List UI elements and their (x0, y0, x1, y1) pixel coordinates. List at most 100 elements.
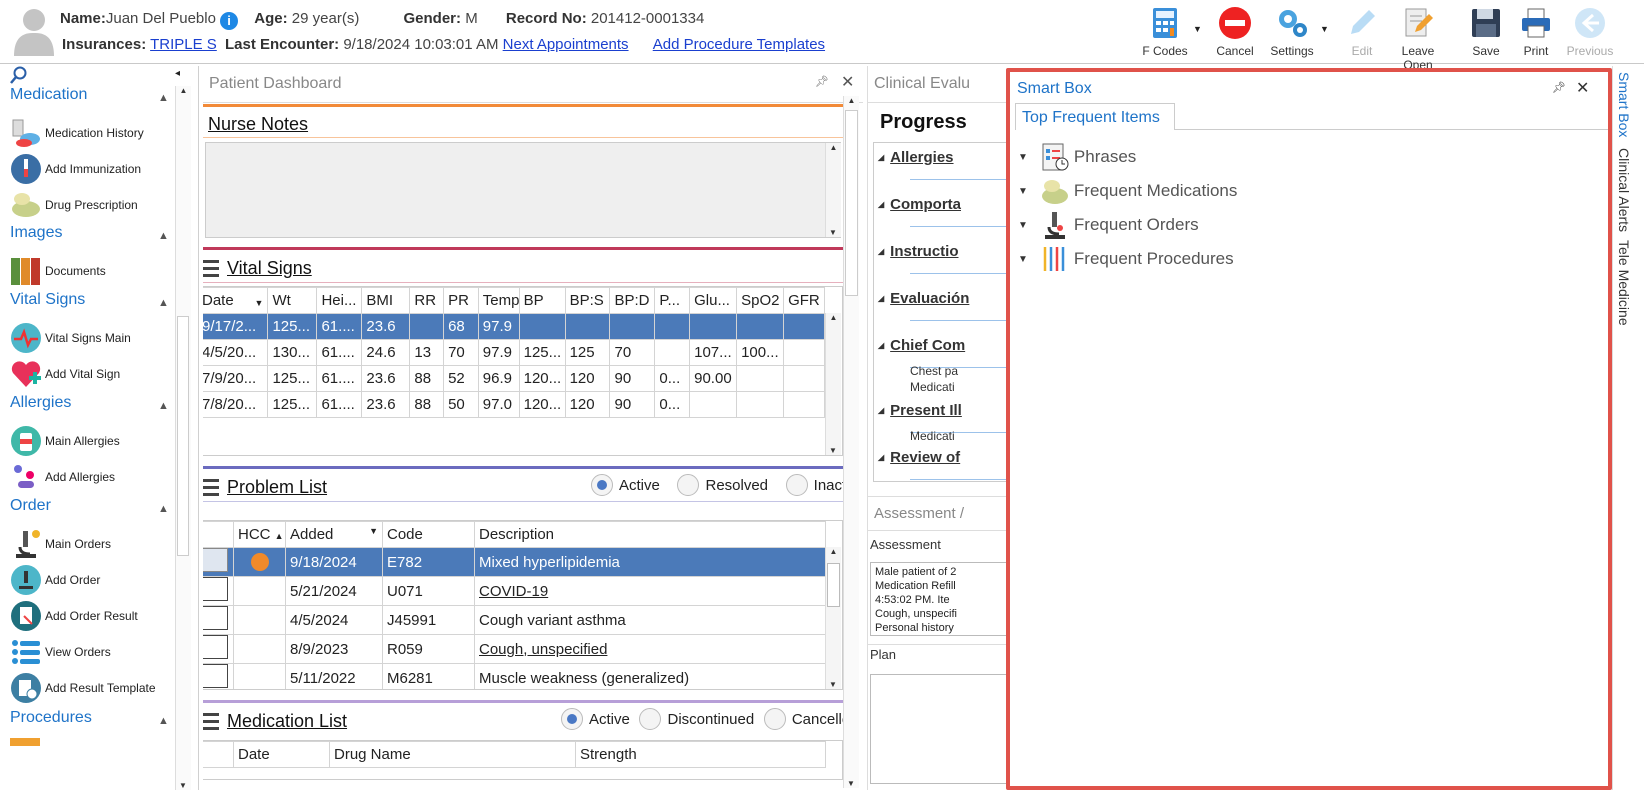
nav-add-allergies[interactable]: Add Allergies (10, 460, 115, 494)
previous-button[interactable]: Previous (1560, 4, 1620, 60)
nurse-notes-textarea[interactable] (205, 142, 841, 238)
dashboard-scrollbar[interactable]: ▲ ▼ (843, 96, 859, 788)
radio-discontinued[interactable]: Discontinued (639, 708, 754, 730)
nav-section-images[interactable]: Images (10, 224, 62, 242)
cancel-button[interactable]: Cancel (1205, 4, 1265, 60)
plan-textbox[interactable] (870, 674, 1010, 784)
side-tab-tele-medicine[interactable]: Tele Medicine (1616, 240, 1632, 326)
side-tab-clinical-alerts[interactable]: Clinical Alerts (1616, 148, 1632, 232)
problem-row[interactable]: 8/9/2023 R059 Cough, unspecified (203, 634, 826, 664)
vital-row[interactable]: 7/9/20... 125... 61.... 23.6 88 52 96.9 120... 1… (203, 365, 825, 392)
vital-col-header[interactable]: BP (518, 287, 566, 314)
description-cell[interactable]: Cough, unspecified (474, 634, 826, 664)
collapse-nav-icon[interactable]: ◂ (175, 68, 180, 79)
close-icon[interactable]: ✕ (841, 72, 854, 92)
dropdown-icon[interactable]: ▼ (255, 298, 264, 308)
row-checkbox-cell[interactable] (203, 547, 234, 577)
description-cell[interactable]: COVID-19 (474, 576, 826, 606)
row-checkbox-cell[interactable] (203, 576, 234, 606)
vital-col-header[interactable]: BP:S (564, 287, 611, 314)
clinical-section-header[interactable]: ◢ Chief Com (878, 337, 965, 354)
clinical-section-header[interactable]: ◢ Instructio (878, 243, 959, 260)
tree-phrases[interactable]: ▼ Phrases (1018, 142, 1136, 172)
row-checkbox[interactable] (203, 635, 228, 659)
vital-col-header[interactable]: P... (654, 287, 691, 314)
chevron-up-icon[interactable]: ▲ (158, 715, 169, 727)
row-checkbox[interactable] (203, 577, 228, 601)
expand-icon[interactable]: ▼ (1018, 186, 1028, 197)
nav-main-allergies[interactable]: Main Allergies (10, 424, 120, 458)
hamburger-icon[interactable] (203, 260, 219, 279)
leave-open-button[interactable]: Leave Open (1388, 4, 1448, 72)
nurse-notes-scrollbar[interactable]: ▲ ▼ (825, 143, 841, 237)
scroll-down-icon[interactable]: ▼ (826, 446, 840, 455)
row-checkbox[interactable] (203, 606, 228, 630)
pin-icon[interactable]: 📌︎ (1552, 81, 1566, 94)
col-hcc[interactable]: HCC ▲ (233, 521, 286, 548)
nav-add-result-template[interactable]: Add Result Template (10, 671, 156, 705)
insurance-link[interactable]: TRIPLE S (150, 36, 217, 53)
nav-section-allergies[interactable]: Allergies (10, 394, 71, 412)
close-icon[interactable]: ✕ (1576, 78, 1589, 98)
hamburger-icon[interactable] (203, 713, 219, 732)
col-added[interactable]: Added ▼ (285, 521, 383, 548)
vital-col-header[interactable]: BP:D (609, 287, 656, 314)
col-strength[interactable]: Strength (575, 741, 826, 768)
radio-active[interactable]: Active (591, 474, 660, 496)
nav-drug-prescription[interactable]: Drug Prescription (10, 188, 138, 222)
nav-main-orders[interactable]: Main Orders (10, 527, 111, 561)
row-checkbox[interactable] (203, 548, 228, 572)
vital-col-header[interactable]: BMI (361, 287, 411, 314)
col-description[interactable]: Description (474, 521, 826, 548)
scroll-up-icon[interactable]: ▲ (826, 547, 841, 556)
scroll-up-icon[interactable]: ▲ (176, 86, 191, 95)
expand-icon[interactable]: ▼ (1018, 254, 1028, 265)
problem-row[interactable]: 5/21/2024 U071 COVID-19 (203, 576, 826, 606)
nav-add-immunization[interactable]: Add Immunization (10, 152, 141, 186)
collapse-icon[interactable]: ◢ (878, 453, 884, 462)
vital-col-header[interactable]: Hei... (316, 287, 363, 314)
next-appointments-link[interactable]: Next Appointments (503, 36, 629, 53)
tab-top-frequent-items[interactable]: Top Frequent Items (1015, 103, 1175, 130)
scroll-thumb[interactable] (845, 110, 858, 296)
nav-add-order[interactable]: Add Order (10, 563, 100, 597)
nav-medication-history[interactable]: Medication History (10, 116, 144, 150)
collapse-icon[interactable]: ◢ (878, 341, 884, 350)
nav-view-orders[interactable]: View Orders (10, 635, 111, 669)
scroll-up-icon[interactable]: ▲ (826, 313, 841, 322)
settings-dropdown-icon[interactable]: ▼ (1320, 24, 1329, 34)
expand-icon[interactable]: ▼ (1018, 220, 1028, 231)
vital-row[interactable]: 9/17/2... 125... 61.... 23.6 68 97.9 (203, 313, 825, 340)
vitals-scrollbar[interactable]: ▲ ▼ (825, 313, 841, 455)
vital-col-header[interactable]: SpO2 (736, 287, 785, 314)
nav-section-medication[interactable]: Medication (10, 86, 87, 104)
chevron-up-icon[interactable]: ▲ (158, 92, 169, 104)
col-drug-name[interactable]: Drug Name (329, 741, 576, 768)
clinical-section-header[interactable]: ◢ Review of (878, 449, 960, 466)
scroll-down-icon[interactable]: ▼ (826, 228, 840, 237)
chevron-up-icon[interactable]: ▲ (158, 503, 169, 515)
nav-vital-signs-main[interactable]: Vital Signs Main (10, 321, 131, 355)
vital-col-header[interactable]: Date ▼ (203, 287, 269, 314)
description-link[interactable]: COVID-19 (479, 583, 548, 600)
f-codes-dropdown-icon[interactable]: ▼ (1193, 24, 1202, 34)
edit-button[interactable]: Edit (1332, 4, 1392, 60)
dropdown-icon[interactable]: ▼ (369, 526, 378, 536)
clinical-section-header[interactable]: ◢ Present Ill (878, 402, 962, 419)
add-procedure-templates-link[interactable]: Add Procedure Templates (653, 36, 825, 53)
collapse-icon[interactable]: ◢ (878, 200, 884, 209)
side-tab-smart-box[interactable]: Smart Box (1616, 72, 1632, 137)
radio-inactive[interactable]: Inactive (785, 474, 843, 496)
nav-section-procedures[interactable]: Procedures (10, 709, 92, 727)
vital-col-header[interactable]: Glu... (689, 287, 738, 314)
description-link[interactable]: Cough, unspecified (479, 641, 607, 658)
hamburger-icon[interactable] (203, 479, 219, 498)
nav-section-order[interactable]: Order (10, 497, 51, 515)
scroll-thumb[interactable] (177, 316, 189, 556)
tree-frequent-orders[interactable]: ▼ Frequent Orders (1018, 210, 1199, 240)
nav-documents[interactable]: Documents (10, 254, 106, 288)
tree-frequent-medications[interactable]: ▼ Frequent Medications (1018, 176, 1237, 206)
info-icon[interactable]: i (220, 12, 239, 30)
expand-icon[interactable]: ▼ (1018, 152, 1028, 163)
collapse-icon[interactable]: ◢ (878, 294, 884, 303)
